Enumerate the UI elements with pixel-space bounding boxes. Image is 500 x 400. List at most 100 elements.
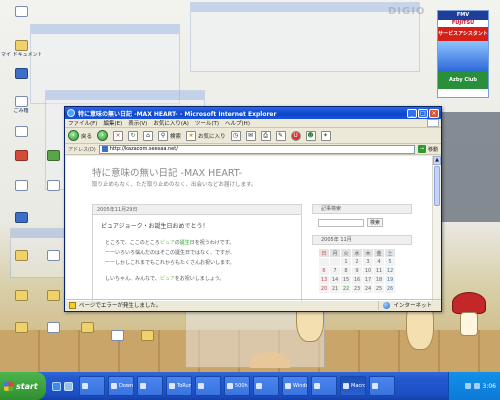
search-submit-button[interactable]: 検索: [367, 218, 384, 227]
taskbar-button[interactable]: Macro: [340, 376, 366, 396]
edit-button[interactable]: ✎: [275, 130, 286, 141]
scroll-up-button[interactable]: ▲: [433, 156, 441, 165]
ie-quicklaunch-icon[interactable]: [52, 381, 61, 391]
calendar-day[interactable]: 14: [329, 275, 341, 285]
stop-button[interactable]: ×: [113, 130, 124, 141]
calendar-day[interactable]: 1: [340, 257, 352, 267]
desktop-icon[interactable]: [4, 322, 38, 348]
scroll-thumb[interactable]: [434, 166, 440, 206]
messenger-button[interactable]: ☻: [305, 130, 316, 141]
taskbar-button[interactable]: [137, 376, 163, 396]
calendar-day[interactable]: 22: [340, 284, 352, 294]
desktop-icon[interactable]: [130, 330, 164, 356]
mail-button[interactable]: ✉: [245, 130, 256, 141]
favorites-button[interactable]: ★ お気に入り: [186, 130, 226, 141]
start-button[interactable]: start: [0, 372, 46, 400]
desktop-icon[interactable]: [36, 322, 70, 348]
desktop-icon[interactable]: [70, 322, 104, 348]
page-content[interactable]: 特に意味の無い日記 -MAX HEART- 取り止めもなく、ただ取り止めのなく、…: [66, 156, 434, 301]
calendar-day[interactable]: 19: [384, 275, 396, 285]
forward-button[interactable]: ›: [97, 130, 109, 141]
menu-file[interactable]: ファイル(F): [68, 119, 97, 127]
desktop-icon[interactable]: [4, 68, 38, 94]
menu-tools[interactable]: ツール(T): [195, 119, 219, 127]
calendar-day[interactable]: 23: [351, 284, 363, 294]
menu-help[interactable]: ヘルプ(H): [225, 119, 250, 127]
menu-view[interactable]: 表示(V): [128, 119, 147, 127]
desktop-icon[interactable]: [4, 180, 38, 206]
post-title[interactable]: ピュアジョーク・お誕生日おめでとう！: [101, 221, 301, 230]
calendar-day[interactable]: 6: [318, 266, 330, 276]
home-button[interactable]: ⌂: [143, 130, 154, 141]
ie-window[interactable]: 特に意味の無い日記 -MAX HEART- - Microsoft Intern…: [64, 106, 442, 312]
tray-volume-icon[interactable]: [473, 383, 480, 389]
search-button[interactable]: ⚲ 検索: [158, 130, 181, 141]
taskbar-button[interactable]: [311, 376, 337, 396]
calendar-day[interactable]: 20: [318, 284, 330, 294]
post-link[interactable]: ピュア: [160, 240, 175, 246]
calendar-day[interactable]: 7: [329, 266, 341, 276]
calendar-weekday: 土: [384, 248, 396, 258]
tool-button[interactable]: ✦: [320, 130, 331, 141]
calendar-day[interactable]: 3: [362, 257, 374, 267]
calendar-day[interactable]: 25: [373, 284, 385, 294]
back-button[interactable]: ‹ 戻る: [68, 130, 92, 141]
desktop-icon[interactable]: [4, 250, 38, 276]
desktop-icon[interactable]: [4, 212, 38, 238]
search-input[interactable]: [318, 218, 364, 227]
post-link[interactable]: 誕生日: [180, 240, 195, 246]
history-button[interactable]: ◷: [230, 130, 241, 141]
calendar-day[interactable]: 17: [362, 275, 374, 285]
menu-favorites[interactable]: お気に入り(A): [153, 119, 189, 127]
taskbar-button[interactable]: Windo: [282, 376, 308, 396]
calendar-day[interactable]: 24: [362, 284, 374, 294]
calendar-day[interactable]: 2: [351, 257, 363, 267]
desktop-icon[interactable]: [4, 290, 38, 316]
desktop-icon[interactable]: [100, 330, 134, 356]
calendar-day[interactable]: 9: [351, 266, 363, 276]
refresh-button[interactable]: ↻: [128, 130, 139, 141]
taskbar-button[interactable]: [79, 376, 105, 396]
calendar-day[interactable]: 18: [373, 275, 385, 285]
taskbar-button[interactable]: [369, 376, 395, 396]
taskbar-button[interactable]: [195, 376, 221, 396]
calendar-day[interactable]: 11: [373, 266, 385, 276]
post-link[interactable]: ピュア: [160, 276, 175, 282]
taskbar-button[interactable]: DownE: [108, 376, 134, 396]
desktop-icon[interactable]: ごみ箱: [4, 96, 38, 122]
calendar-day[interactable]: 4: [373, 257, 385, 267]
show-desktop-icon[interactable]: [64, 381, 73, 391]
calendar-day[interactable]: 26: [384, 284, 396, 294]
ie-titlebar[interactable]: 特に意味の無い日記 -MAX HEART- - Microsoft Intern…: [65, 107, 441, 119]
calendar-day[interactable]: 16: [351, 275, 363, 285]
vertical-scrollbar[interactable]: ▲: [432, 156, 441, 301]
taskbar-button[interactable]: ToRun: [166, 376, 192, 396]
calendar-day[interactable]: 8: [340, 266, 352, 276]
desktop-icon[interactable]: [4, 6, 38, 32]
minimize-button[interactable]: _: [407, 108, 417, 118]
taskbar-button[interactable]: [253, 376, 279, 396]
discuss-button[interactable]: U: [290, 130, 301, 141]
address-input[interactable]: http://kazacom.seesaa.net/: [98, 144, 415, 154]
blog-title[interactable]: 特に意味の無い日記 -MAX HEART-: [92, 165, 242, 179]
desktop-icon[interactable]: [4, 126, 38, 152]
fmv-assistant-panel[interactable]: FMV FUJITSU サービスアシスタント Azby Club: [437, 10, 489, 98]
calendar-day[interactable]: 15: [340, 275, 352, 285]
calendar-day[interactable]: 13: [318, 275, 330, 285]
calendar-day[interactable]: 5: [384, 257, 396, 267]
close-button[interactable]: ×: [429, 108, 439, 118]
tray-network-icon[interactable]: [464, 383, 471, 389]
calendar-day[interactable]: 10: [362, 266, 374, 276]
warning-icon[interactable]: [69, 301, 76, 309]
menu-edit[interactable]: 編集(E): [103, 119, 122, 127]
fujitsu-label: FUJITSU: [438, 20, 488, 27]
print-button[interactable]: ⎙: [260, 130, 271, 141]
clock[interactable]: 3:06: [483, 383, 496, 390]
go-button[interactable]: → 移動: [417, 145, 438, 153]
taskbar-button[interactable]: 500h: [224, 376, 250, 396]
desktop-icon[interactable]: [4, 150, 38, 176]
calendar-day[interactable]: 21: [329, 284, 341, 294]
maximize-button[interactable]: □: [418, 108, 428, 118]
calendar-day[interactable]: 12: [384, 266, 396, 276]
desktop-icon[interactable]: マイ ドキュメント: [1, 40, 41, 66]
